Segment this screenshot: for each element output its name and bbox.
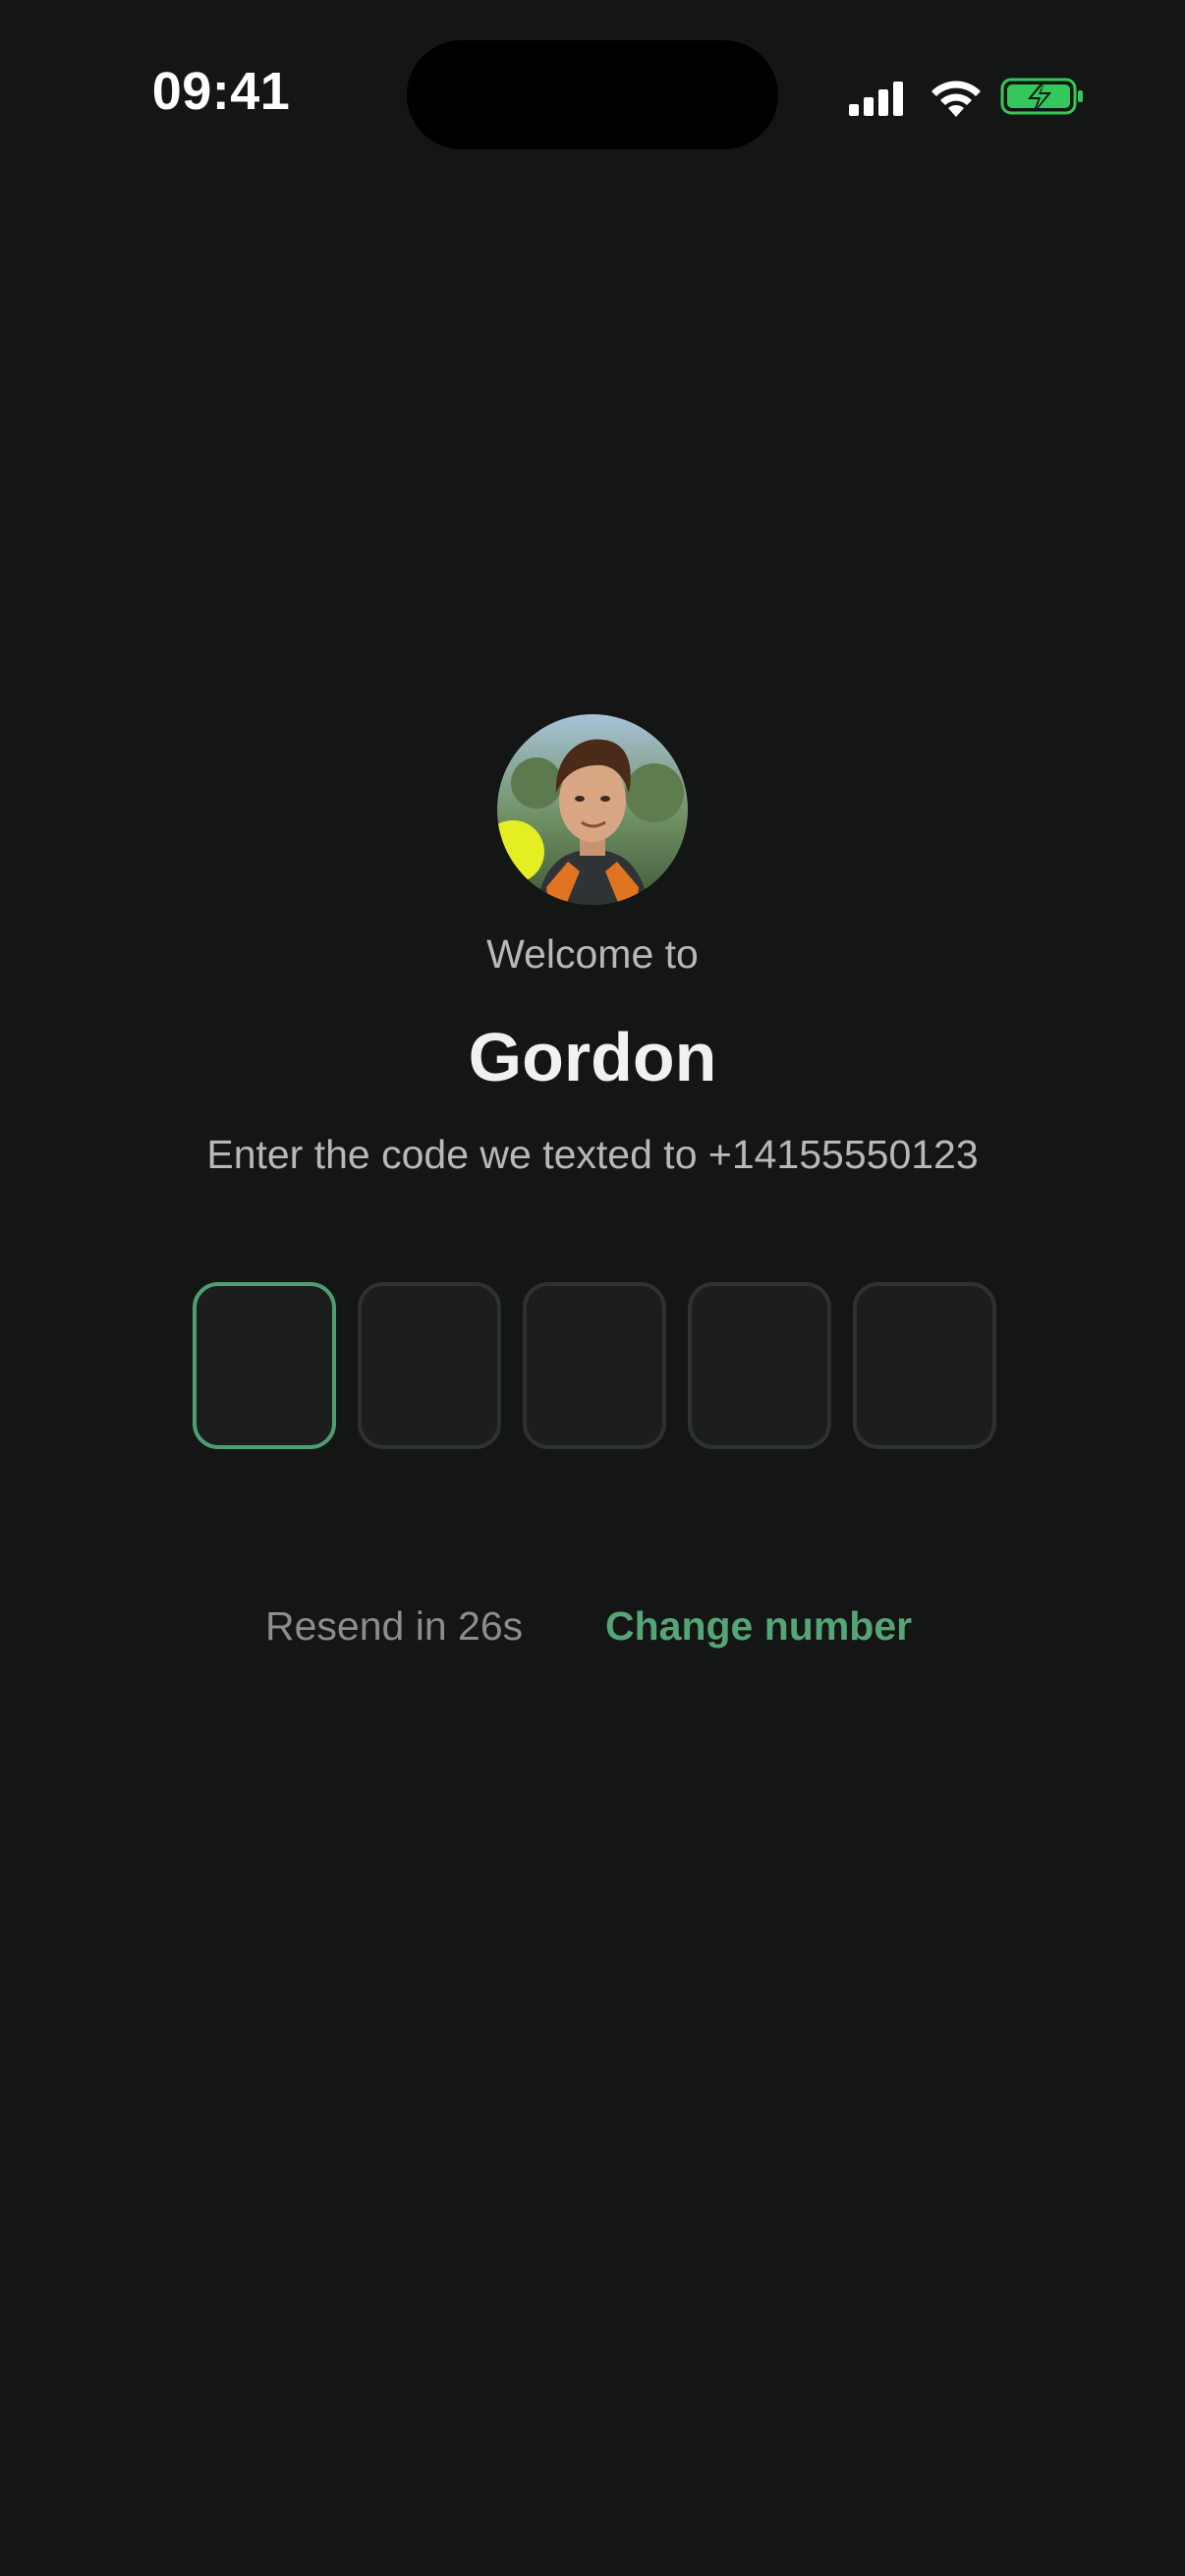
change-number-link[interactable]: Change number [605, 1603, 912, 1650]
status-icons [847, 69, 1083, 124]
code-digit-3[interactable] [523, 1282, 666, 1449]
resend-countdown: Resend in 26s [265, 1603, 524, 1649]
code-digit-1[interactable] [193, 1282, 336, 1449]
cellular-signal-icon [849, 82, 903, 116]
code-instruction: Enter the code we texted to +14155550123 [206, 1132, 979, 1177]
status-bar: 09:41 [0, 0, 1185, 196]
app-name: Gordon [468, 1019, 717, 1095]
code-digit-4[interactable] [688, 1282, 831, 1449]
battery-charging-icon [1000, 78, 1083, 115]
code-digit-5[interactable] [853, 1282, 996, 1449]
code-digit-2[interactable] [358, 1282, 501, 1449]
dynamic-island [407, 40, 778, 149]
status-time: 09:41 [151, 62, 291, 121]
profile-avatar [497, 714, 688, 905]
footer-links: Resend in 26s Change number [0, 1603, 1185, 1662]
wifi-icon [931, 81, 981, 117]
welcome-text: Welcome to [486, 931, 699, 977]
verification-code-input[interactable] [193, 1282, 996, 1449]
